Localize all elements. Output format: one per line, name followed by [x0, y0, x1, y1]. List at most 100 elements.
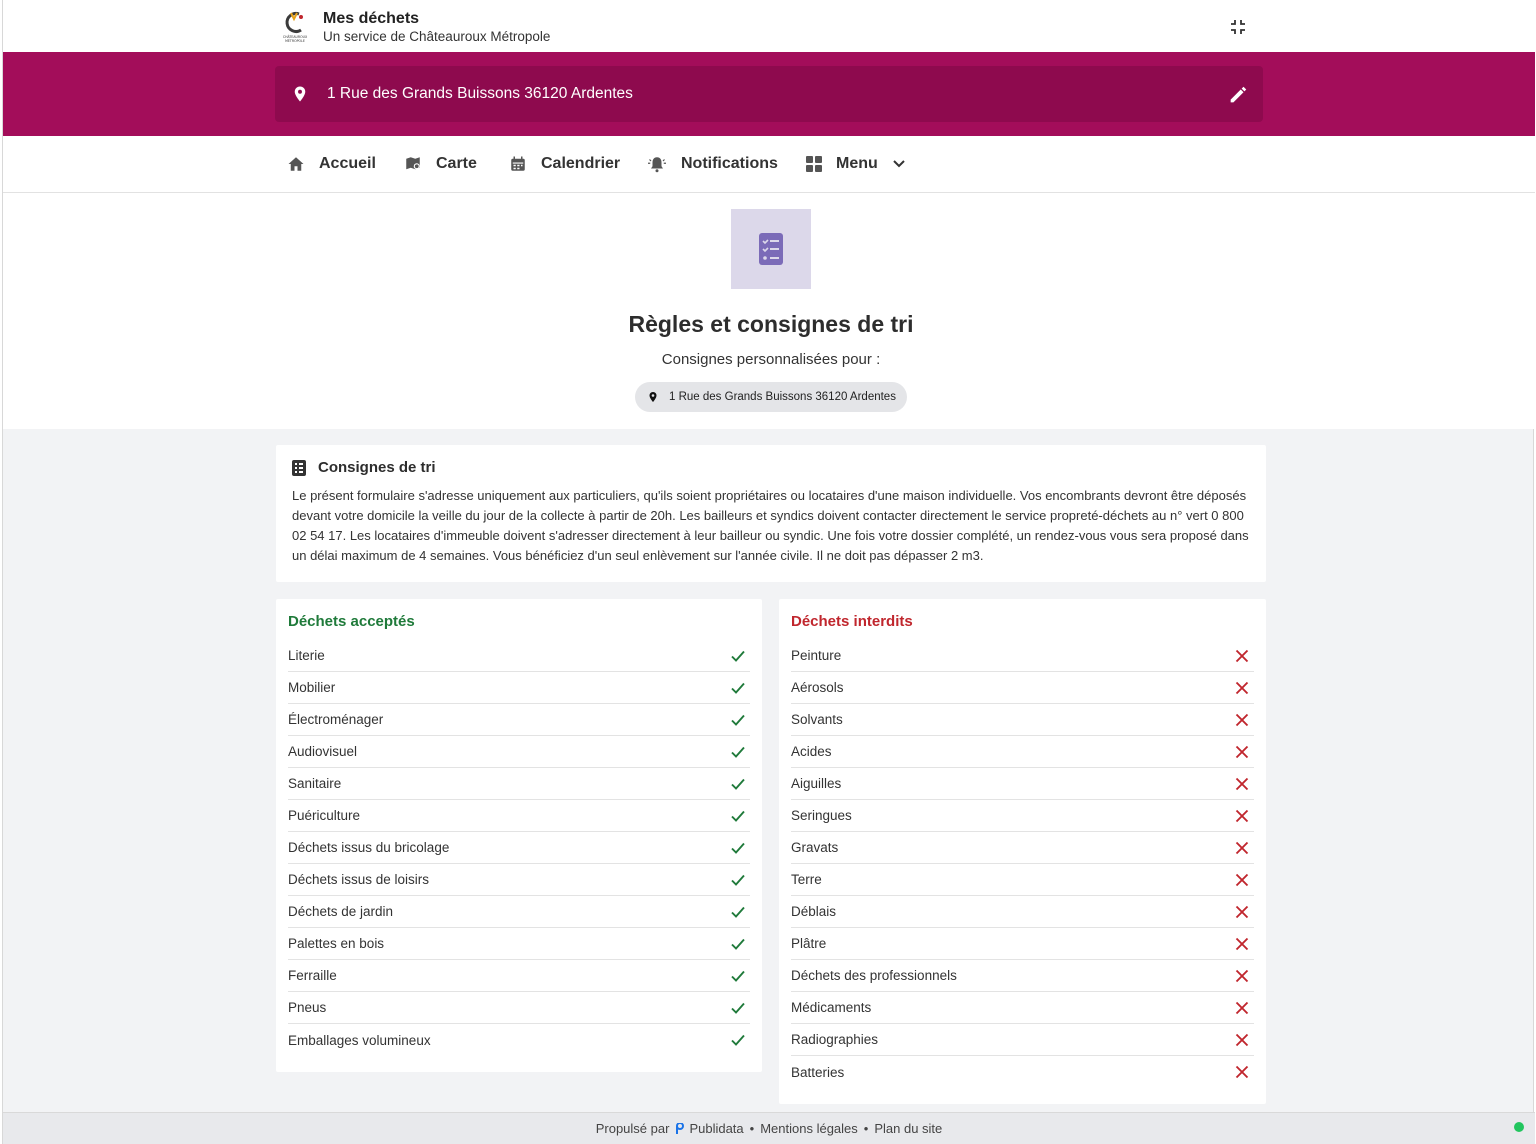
list-item: Seringues	[791, 800, 1254, 832]
info-title: Consignes de tri	[318, 459, 436, 476]
accepted-list: Literie Mobilier Électroménager Audiovisuel…	[288, 640, 750, 1056]
refused-waste-card: Déchets interdits Peinture Aérosols Solvan…	[779, 599, 1266, 1104]
list-item: Plâtre	[791, 928, 1254, 960]
list-item-label: Radiographies	[791, 1032, 879, 1047]
nav-item-calendrier[interactable]: Calendrier	[509, 136, 620, 192]
list-item-label: Mobilier	[288, 680, 336, 695]
cross-icon	[1235, 809, 1249, 822]
list-item-label: Puériculture	[288, 808, 361, 823]
nav-label: Notifications	[681, 155, 778, 172]
list-item: Déchets issus du bricolage	[288, 832, 750, 864]
chateauroux-logo[interactable]: CHÂTEAUROUX MÉTROPOLE	[277, 10, 313, 44]
nav-item-accueil[interactable]: Accueil	[287, 136, 376, 192]
list-item: Acides	[791, 736, 1254, 768]
list-item: Électroménager	[288, 704, 750, 736]
collapse-icon	[1231, 20, 1245, 34]
cross-icon	[1235, 1033, 1249, 1046]
check-icon	[731, 970, 745, 982]
list-item-label: Terre	[791, 872, 822, 887]
map-icon	[406, 157, 420, 170]
check-icon	[731, 938, 745, 950]
list-item: Déchets des professionnels	[791, 960, 1254, 992]
list-item-label: Déchets issus de loisirs	[288, 872, 430, 887]
accepted-waste-card: Déchets acceptés Literie Mobilier Électrom…	[276, 599, 762, 1072]
powered-by-text: Propulsé par	[595, 1121, 670, 1136]
list-item: Déblais	[791, 896, 1254, 928]
list-item: Aiguilles	[791, 768, 1254, 800]
list-item: Ferraille	[288, 960, 750, 992]
refused-list: Peinture Aérosols Solvants Acides Aiguilles S…	[791, 640, 1254, 1088]
list-item: Gravats	[791, 832, 1254, 864]
list-item-label: Aérosols	[791, 680, 844, 695]
list-item-label: Sanitaire	[288, 776, 342, 791]
list-item: Sanitaire	[288, 768, 750, 800]
list-item-label: Déchets des professionnels	[791, 968, 957, 983]
check-icon	[731, 906, 745, 918]
app-frame: CHÂTEAUROUX MÉTROPOLE Mes déchets Un ser…	[2, 0, 1535, 1144]
page-subtitle: Consignes personnalisées pour :	[661, 351, 881, 368]
cross-icon	[1235, 937, 1249, 950]
nav-item-carte[interactable]: Carte	[404, 136, 477, 192]
check-icon	[731, 650, 745, 662]
list-item-label: Médicaments	[791, 1000, 872, 1015]
cross-icon	[1235, 873, 1249, 886]
address-selector[interactable]: 1 Rue des Grands Buissons 36120 Ardentes	[275, 66, 1263, 122]
nav-item-notifications[interactable]: Notifications	[647, 136, 778, 192]
nav-label: Accueil	[319, 155, 376, 172]
main-nav: Accueil Carte Calendrier Notifications M…	[3, 136, 1535, 193]
edit-pencil-icon[interactable]	[1227, 84, 1249, 106]
cross-icon	[1235, 713, 1249, 726]
check-icon	[731, 714, 745, 726]
list-item-label: Gravats	[791, 840, 839, 855]
publidata-logo-icon	[676, 1122, 685, 1134]
nav-label: Carte	[436, 155, 477, 172]
list-item-label: Déblais	[791, 904, 837, 919]
address-text: 1 Rue des Grands Buissons 36120 Ardentes	[327, 85, 633, 102]
cross-icon	[1235, 905, 1249, 918]
list-item: Palettes en bois	[288, 928, 750, 960]
footer: Propulsé par Publidata • Mentions légale…	[3, 1112, 1535, 1144]
footer-separator: •	[863, 1121, 869, 1136]
nav-item-menu[interactable]: Menu	[806, 136, 906, 192]
checklist-icon	[731, 209, 811, 289]
info-text: Le présent formulaire s'adresse uniqueme…	[292, 488, 1249, 563]
cross-icon	[1235, 969, 1249, 982]
cross-icon	[1235, 1001, 1249, 1014]
cross-icon	[1235, 649, 1249, 662]
top-bar: CHÂTEAUROUX MÉTROPOLE Mes déchets Un ser…	[3, 0, 1535, 52]
publidata-link[interactable]: Publidata	[689, 1121, 743, 1136]
address-chip: 1 Rue des Grands Buissons 36120 Ardentes	[635, 382, 907, 412]
grid-icon	[806, 156, 822, 172]
instructions-icon	[292, 459, 306, 476]
nav-label: Menu	[836, 155, 878, 172]
list-item-label: Audiovisuel	[288, 744, 358, 759]
footer-separator: •	[749, 1121, 755, 1136]
list-item: Déchets de jardin	[288, 896, 750, 928]
list-item: Déchets issus de loisirs	[288, 864, 750, 896]
list-item-label: Déchets issus du bricolage	[288, 840, 450, 855]
sitemap-link[interactable]: Plan du site	[874, 1121, 942, 1136]
check-icon	[731, 1034, 745, 1046]
list-item: Médicaments	[791, 992, 1254, 1024]
list-item-label: Batteries	[791, 1064, 845, 1080]
legal-link[interactable]: Mentions légales	[760, 1121, 858, 1136]
refused-title: Déchets interdits	[791, 613, 913, 630]
app-subtitle: Un service de Châteauroux Métropole	[323, 29, 551, 44]
cross-icon	[1235, 745, 1249, 758]
bell-icon	[648, 157, 666, 173]
list-item: Pneus	[288, 992, 750, 1024]
list-item: Peinture	[791, 640, 1254, 672]
location-pin-icon	[294, 86, 306, 102]
list-item-label: Plâtre	[791, 936, 827, 951]
status-indicator	[1514, 1122, 1524, 1132]
page-title: Règles et consignes de tri	[628, 311, 914, 337]
list-item: Radiographies	[791, 1024, 1254, 1056]
check-icon	[731, 842, 745, 854]
list-item: Puériculture	[288, 800, 750, 832]
list-item-label: Acides	[791, 744, 832, 759]
collapse-button[interactable]	[1225, 14, 1251, 40]
chip-address-text: 1 Rue des Grands Buissons 36120 Ardentes	[669, 391, 896, 403]
home-icon	[288, 157, 304, 171]
chevron-down-icon	[893, 160, 905, 168]
address-band: 1 Rue des Grands Buissons 36120 Ardentes	[3, 52, 1535, 136]
